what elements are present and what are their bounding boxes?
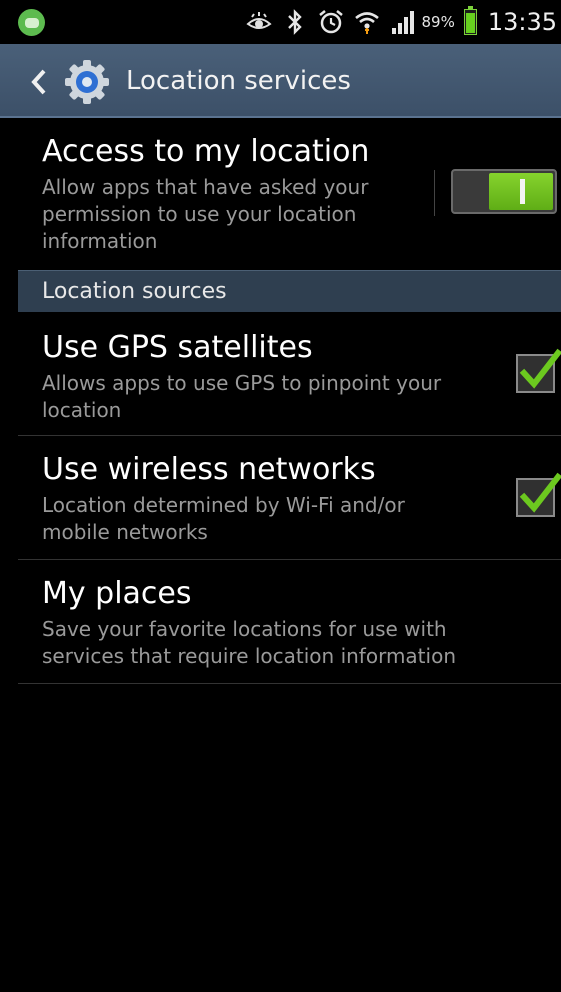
summary-line: information <box>42 229 158 253</box>
section-header: Location sources <box>18 270 561 312</box>
screen: 89% 13:35 Location services Access to my… <box>0 0 561 992</box>
summary-line: Allows apps to use GPS to pinpoint your <box>42 371 442 395</box>
access-location-row[interactable]: Access to my location Allow apps that ha… <box>18 118 561 270</box>
signal-icon <box>389 9 416 36</box>
gps-row[interactable]: Use GPS satellites Allows apps to use GP… <box>18 312 561 436</box>
battery-icon <box>463 6 477 35</box>
status-bar: 89% 13:35 <box>0 0 561 44</box>
back-icon <box>31 69 46 95</box>
summary-line: permission to use your location <box>42 202 357 226</box>
summary-line: services that require location informati… <box>42 644 456 668</box>
access-location-title: Access to my location <box>42 134 370 169</box>
clock: 13:35 <box>487 8 557 36</box>
wifi-icon <box>353 9 380 36</box>
my-places-title: My places <box>42 576 192 611</box>
app-notification-icon <box>18 9 45 36</box>
location-access-toggle[interactable] <box>451 169 557 214</box>
page-title: Location services <box>126 66 351 96</box>
access-location-summary: Allow apps that have asked your permissi… <box>42 174 368 255</box>
status-icons: 89% 13:35 <box>245 0 557 44</box>
battery-percent: 89% <box>421 13 455 31</box>
gear-icon <box>63 58 111 106</box>
my-places-row[interactable]: My places Save your favorite locations f… <box>18 560 561 684</box>
bluetooth-icon <box>281 9 308 36</box>
wireless-checkbox[interactable] <box>516 472 561 517</box>
eye-icon <box>245 9 272 36</box>
back-button[interactable] <box>29 68 49 96</box>
checkmark-icon <box>519 348 561 389</box>
action-bar: Location services <box>0 44 561 118</box>
toggle-knob <box>520 179 525 204</box>
my-places-summary: Save your favorite locations for use wit… <box>42 616 456 670</box>
gps-title: Use GPS satellites <box>42 330 313 365</box>
summary-line: Location determined by Wi-Fi and/or <box>42 493 405 517</box>
gps-summary: Allows apps to use GPS to pinpoint your … <box>42 370 441 424</box>
alarm-icon <box>317 9 344 36</box>
summary-line: Allow apps that have asked your <box>42 175 369 199</box>
divider <box>434 170 435 216</box>
wireless-title: Use wireless networks <box>42 452 376 487</box>
gps-checkbox[interactable] <box>516 348 561 393</box>
section-header-label: Location sources <box>42 279 227 304</box>
wireless-row[interactable]: Use wireless networks Location determine… <box>18 436 561 560</box>
summary-line: mobile networks <box>42 520 208 544</box>
wireless-summary: Location determined by Wi-Fi and/or mobi… <box>42 492 405 546</box>
summary-line: Save your favorite locations for use wit… <box>42 617 447 641</box>
checkmark-icon <box>519 472 561 513</box>
summary-line: location <box>42 398 122 422</box>
